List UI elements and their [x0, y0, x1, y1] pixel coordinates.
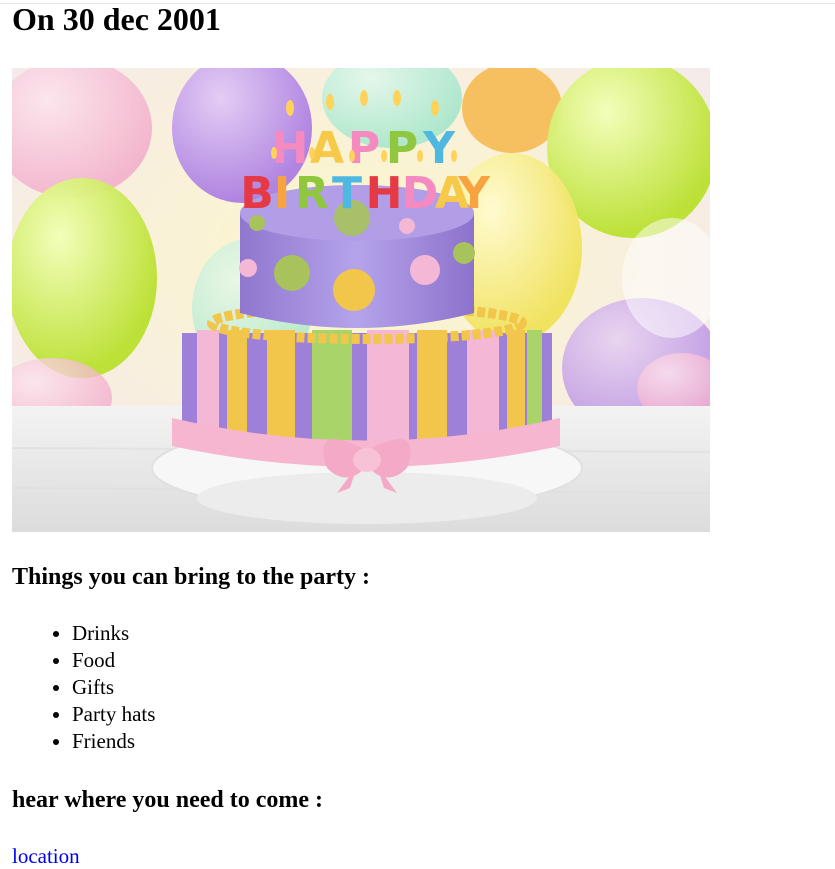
svg-text:B: B: [240, 168, 274, 219]
list-item: Gifts: [72, 674, 155, 701]
list-item: Party hats: [72, 701, 155, 728]
svg-text:T: T: [332, 168, 362, 219]
svg-text:I: I: [274, 168, 290, 219]
page-title: On 30 dec 2001: [12, 1, 221, 37]
birthday-cake-illustration: H A P P Y B I R T H D A Y: [12, 68, 710, 532]
bring-section-title: Things you can bring to the party :: [12, 564, 371, 590]
list-item: Drinks: [72, 620, 155, 647]
list-item: Food: [72, 647, 155, 674]
list-item: Friends: [72, 728, 155, 755]
svg-text:P: P: [386, 123, 418, 174]
location-link[interactable]: location: [12, 843, 80, 869]
candle-letters: H A P P Y B I R T H D A Y: [240, 123, 491, 219]
svg-text:Y: Y: [422, 123, 456, 174]
where-section-title: hear where you need to come :: [12, 787, 324, 813]
svg-text:R: R: [295, 168, 329, 219]
svg-text:A: A: [310, 123, 344, 174]
svg-text:P: P: [348, 123, 380, 174]
svg-text:D: D: [402, 168, 439, 219]
svg-text:H: H: [272, 123, 309, 174]
bring-list: Drinks Food Gifts Party hats Friends: [12, 620, 155, 755]
svg-text:H: H: [366, 168, 403, 219]
birthday-cake-image: H A P P Y B I R T H D A Y: [12, 68, 710, 532]
svg-text:Y: Y: [457, 168, 491, 219]
